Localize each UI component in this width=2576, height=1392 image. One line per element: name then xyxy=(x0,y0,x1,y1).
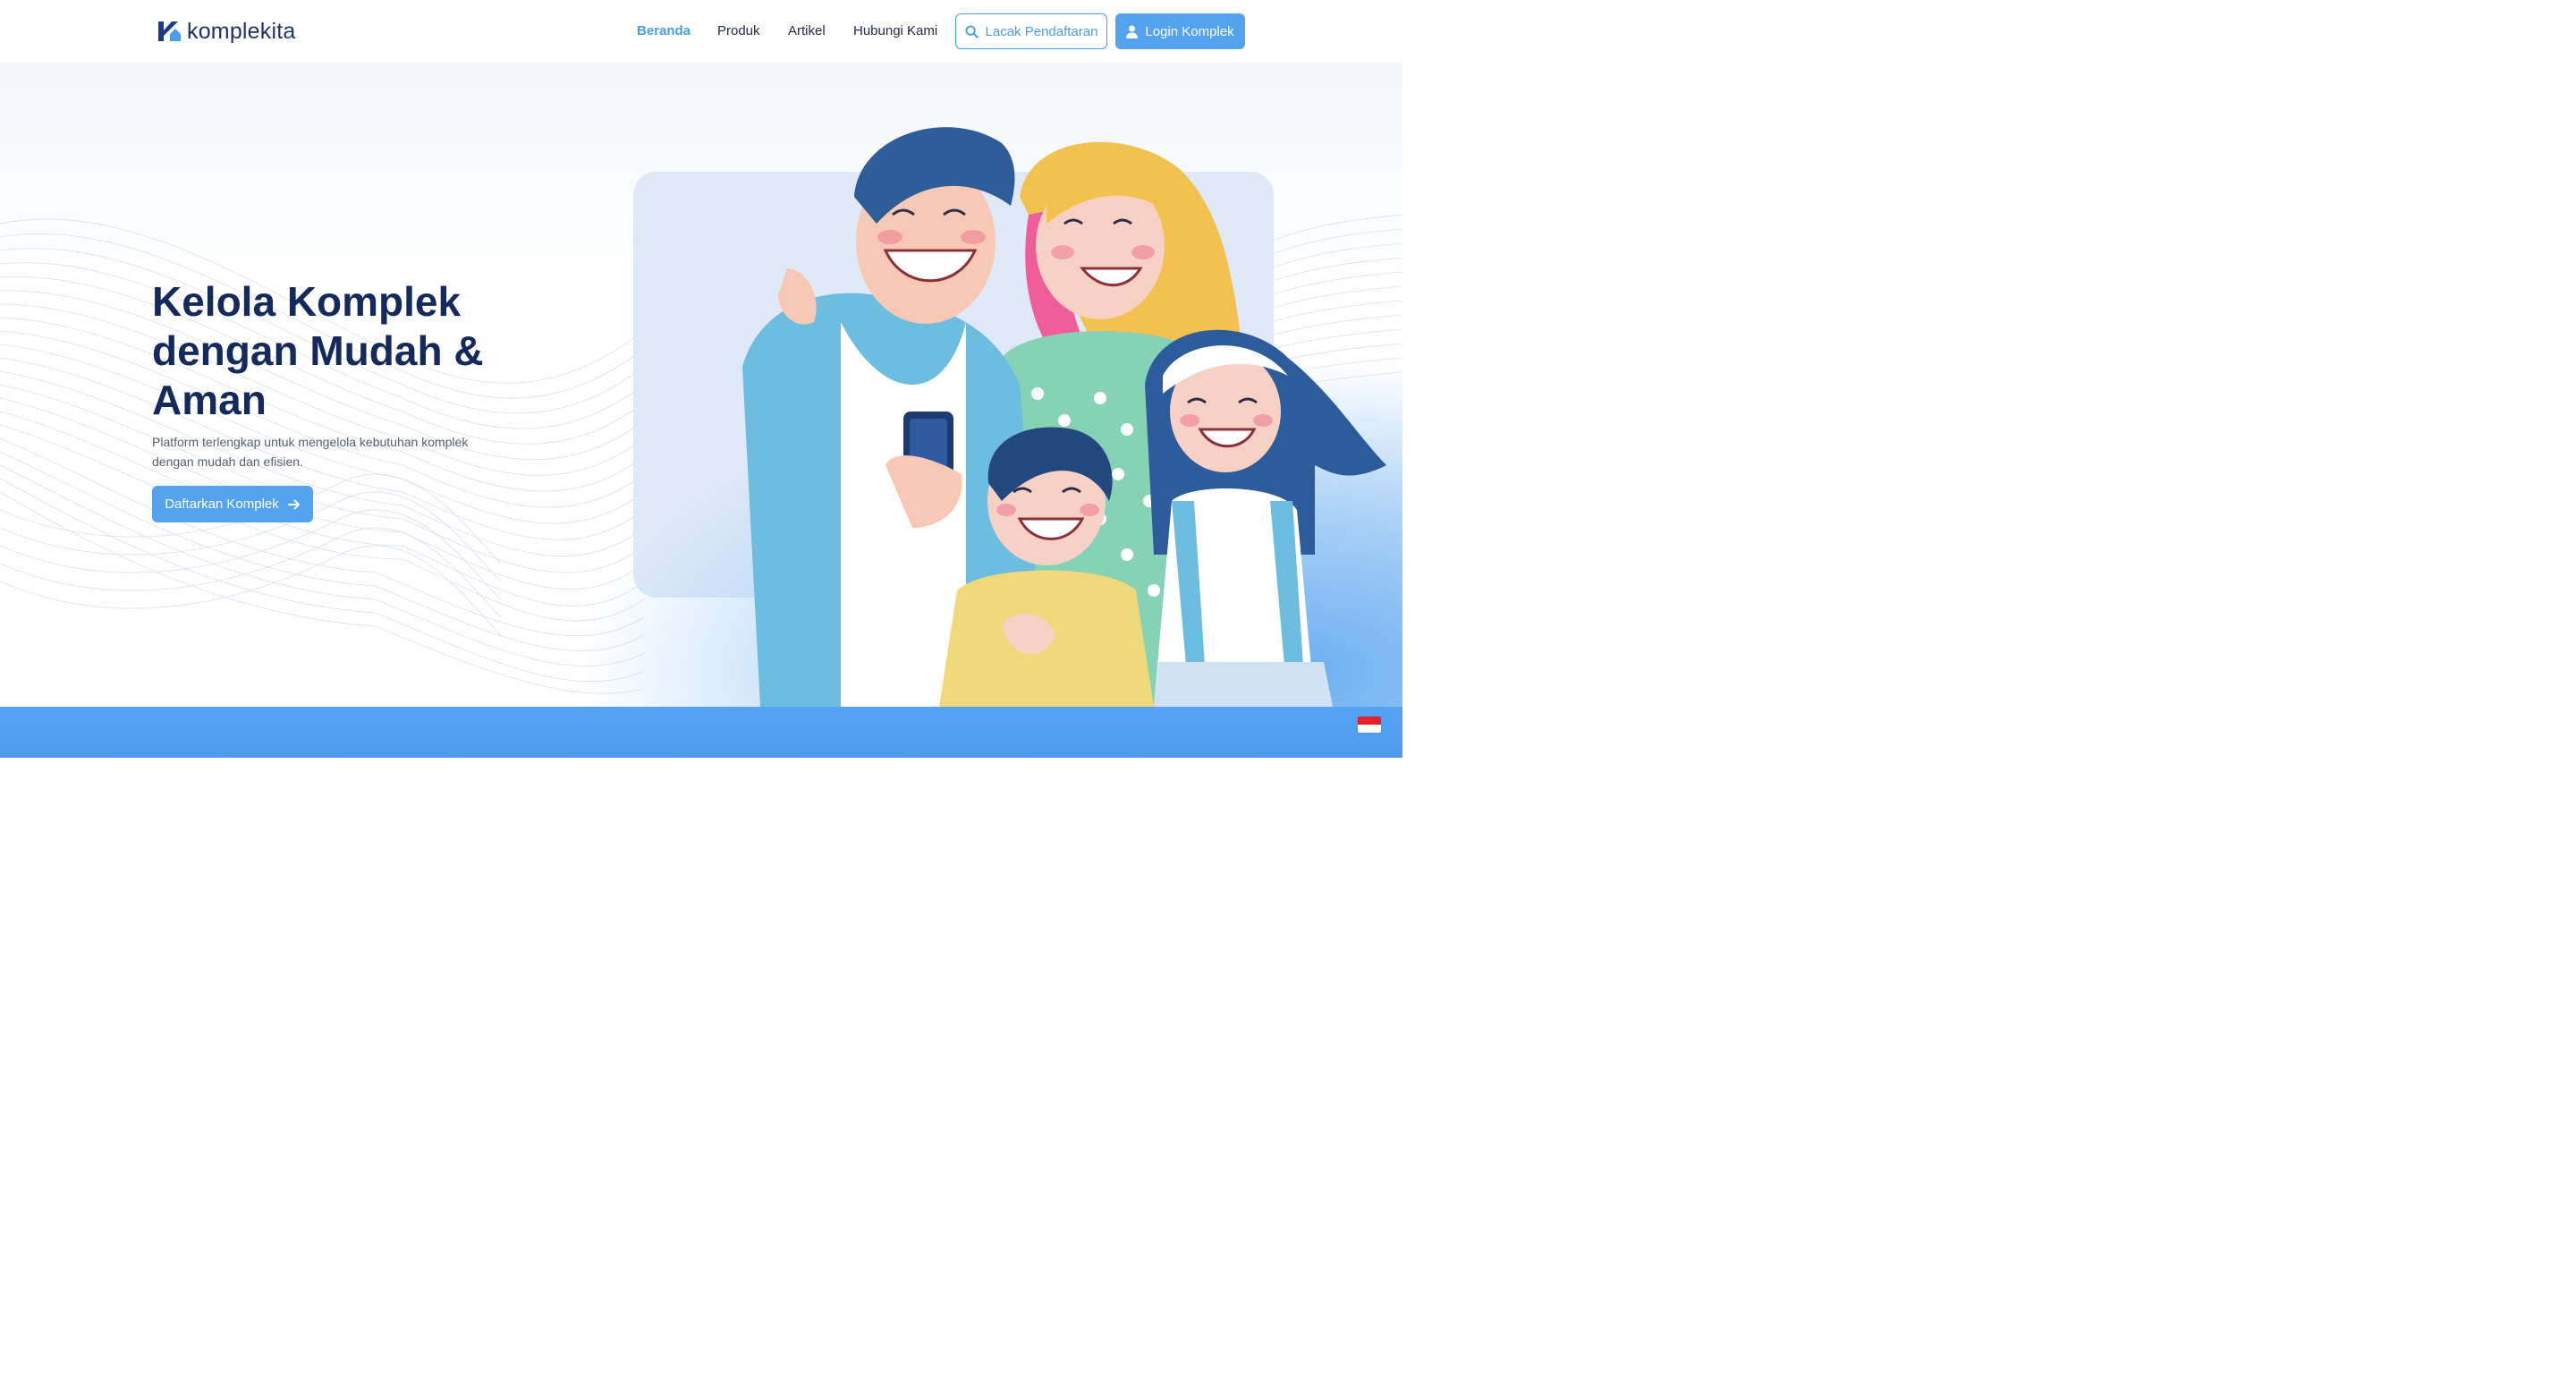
brand-name: komplekita xyxy=(187,18,296,44)
landing-page: komplekita Beranda Produk Artikel Hubung… xyxy=(0,0,1402,758)
indonesia-flag-icon[interactable] xyxy=(1358,717,1381,733)
login-button[interactable]: Login Komplek xyxy=(1115,13,1245,49)
track-registration-button[interactable]: Lacak Pendaftaran xyxy=(955,13,1107,49)
navbar: komplekita Beranda Produk Artikel Hubung… xyxy=(0,0,1402,63)
hero-section: Kelola Komplek dengan Mudah & Aman Platf… xyxy=(0,63,1402,707)
next-section-band xyxy=(0,707,1402,758)
search-icon xyxy=(965,24,979,38)
user-icon xyxy=(1126,25,1139,38)
nav-hubungi-kami[interactable]: Hubungi Kami xyxy=(853,23,937,38)
nav-artikel[interactable]: Artikel xyxy=(788,23,826,38)
hero-subtitle: Platform terlengkap untuk mengelola kebu… xyxy=(152,435,469,469)
nav-produk[interactable]: Produk xyxy=(717,23,760,38)
register-complex-label: Daftarkan Komplek xyxy=(165,497,279,512)
komplekita-logo-icon xyxy=(158,21,181,41)
login-label: Login Komplek xyxy=(1145,23,1234,39)
family-smiling-with-phone-illustration xyxy=(742,127,1386,707)
track-registration-label: Lacak Pendaftaran xyxy=(985,23,1098,39)
register-complex-button[interactable]: Daftarkan Komplek xyxy=(152,486,313,522)
brand-logo[interactable]: komplekita xyxy=(157,18,296,45)
hero-title: Kelola Komplek dengan Mudah & Aman xyxy=(152,278,484,423)
arrow-right-icon xyxy=(287,499,300,509)
nav-beranda[interactable]: Beranda xyxy=(637,23,691,38)
